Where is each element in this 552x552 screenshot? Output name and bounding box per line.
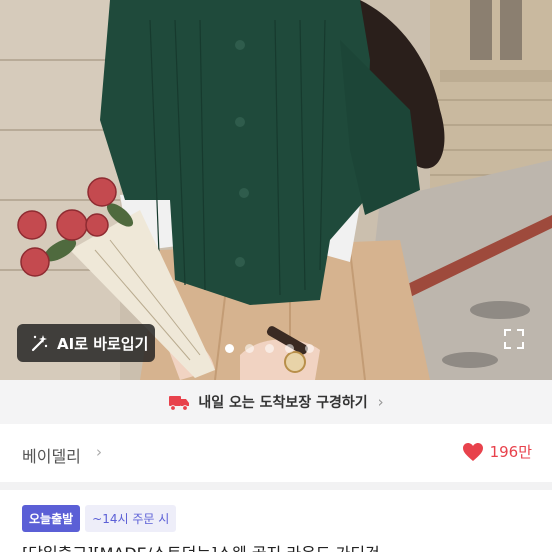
- page-dot[interactable]: [265, 344, 274, 353]
- page-dot[interactable]: [225, 344, 234, 353]
- section-divider: [0, 482, 552, 490]
- today-ship-badge: 오늘출발: [22, 505, 81, 532]
- truck-icon: [168, 393, 190, 411]
- image-page-indicator: [225, 344, 314, 353]
- shop-row: 베이델리 › 196만: [0, 424, 552, 482]
- delivery-label: 내일 오는 도착보장 구경하기: [198, 395, 368, 411]
- magic-wand-icon: [29, 333, 49, 353]
- chevron-right-icon: ›: [377, 393, 384, 411]
- ai-try-on-label: AI로 바로입기: [57, 334, 149, 353]
- delivery-guarantee-banner[interactable]: 내일 오는 도착보장 구경하기 ›: [0, 380, 552, 424]
- chevron-right-icon: ›: [96, 443, 102, 461]
- page-dot[interactable]: [285, 344, 294, 353]
- heart-icon: [462, 442, 484, 462]
- shipping-badges: 오늘출발 ~14시 주문 시: [22, 505, 177, 532]
- expand-icon[interactable]: [503, 328, 525, 350]
- page-dot[interactable]: [305, 344, 314, 353]
- product-title: [당일출고][MADE/스트던는]스웨 골지 라운드 가디건: [22, 540, 542, 552]
- like-button[interactable]: 196만: [462, 441, 532, 462]
- product-image[interactable]: AI로 바로입기: [0, 0, 552, 380]
- shop-name-link[interactable]: 베이델리: [22, 443, 81, 467]
- like-count: 196만: [489, 443, 532, 461]
- ai-try-on-button[interactable]: AI로 바로입기: [17, 324, 155, 362]
- page-dot[interactable]: [245, 344, 254, 353]
- product-photo: [0, 0, 552, 380]
- order-cutoff-badge: ~14시 주문 시: [85, 505, 177, 532]
